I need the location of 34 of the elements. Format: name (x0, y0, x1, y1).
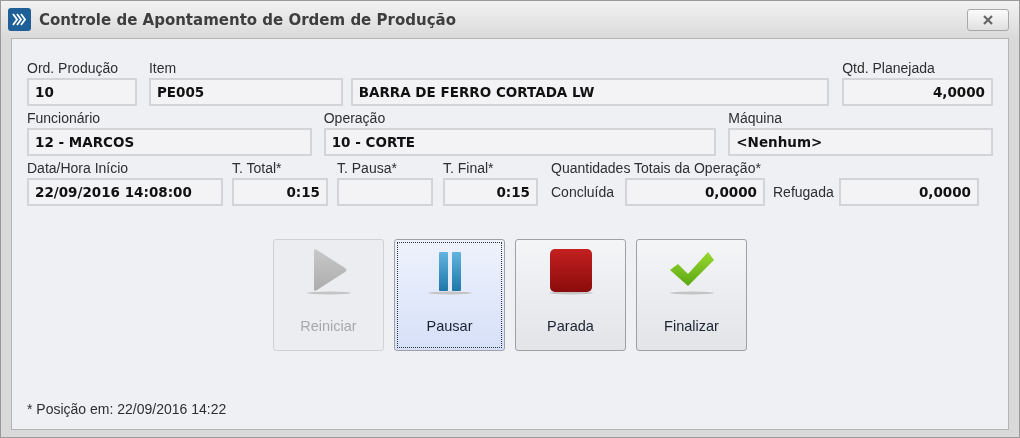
input-field[interactable]: BARRA DE FERRO CORTADA LW (350, 78, 830, 106)
app-logo-icon (8, 8, 31, 31)
group-label: Quantidades Totais da Operação* (551, 159, 762, 178)
field-label: Máquina (728, 109, 783, 128)
input-field[interactable]: PE005 (148, 78, 343, 106)
field-label: Refugada (773, 184, 835, 200)
action-button[interactable]: Pausar (394, 239, 505, 351)
footer-note: * Posição em: 22/09/2016 14:22 (27, 401, 228, 417)
field-label: Qtd. Planejada (842, 59, 936, 78)
action-button[interactable]: Parada (515, 239, 626, 351)
input-field[interactable]: 0:15 (443, 178, 538, 206)
input-field[interactable]: 4,0000 (842, 78, 993, 106)
input-field[interactable]: 10 (27, 78, 137, 106)
field-label: T. Pausa* (337, 159, 398, 178)
input-field[interactable]: 0,0000 (839, 178, 979, 206)
action-button[interactable]: Finalizar (636, 239, 747, 351)
input-field[interactable]: 0:15 (232, 178, 328, 206)
field-label: Funcionário (27, 109, 102, 128)
field-label: Data/Hora Início (27, 159, 130, 178)
input-field[interactable] (337, 178, 433, 206)
field-label: Concluída (551, 184, 616, 200)
input-field[interactable]: 12 - MARCOS (27, 128, 312, 156)
field-label: Ord. Produção (27, 59, 120, 78)
input-field[interactable]: 10 - CORTE (323, 128, 717, 156)
field-label: Operação (323, 109, 387, 128)
close-icon (982, 14, 994, 25)
field-label: T. Total* (232, 159, 283, 178)
input-field[interactable]: 0,0000 (625, 178, 765, 206)
window-title: Controle de Apontamento de Ordem de Produção (39, 10, 457, 29)
input-field[interactable]: 22/09/2016 14:08:00 (27, 178, 223, 206)
field-label: T. Final* (443, 159, 495, 178)
input-field[interactable]: <Nenhum> (728, 128, 993, 156)
field-label: Item (148, 59, 178, 78)
close-button[interactable] (967, 8, 1009, 31)
